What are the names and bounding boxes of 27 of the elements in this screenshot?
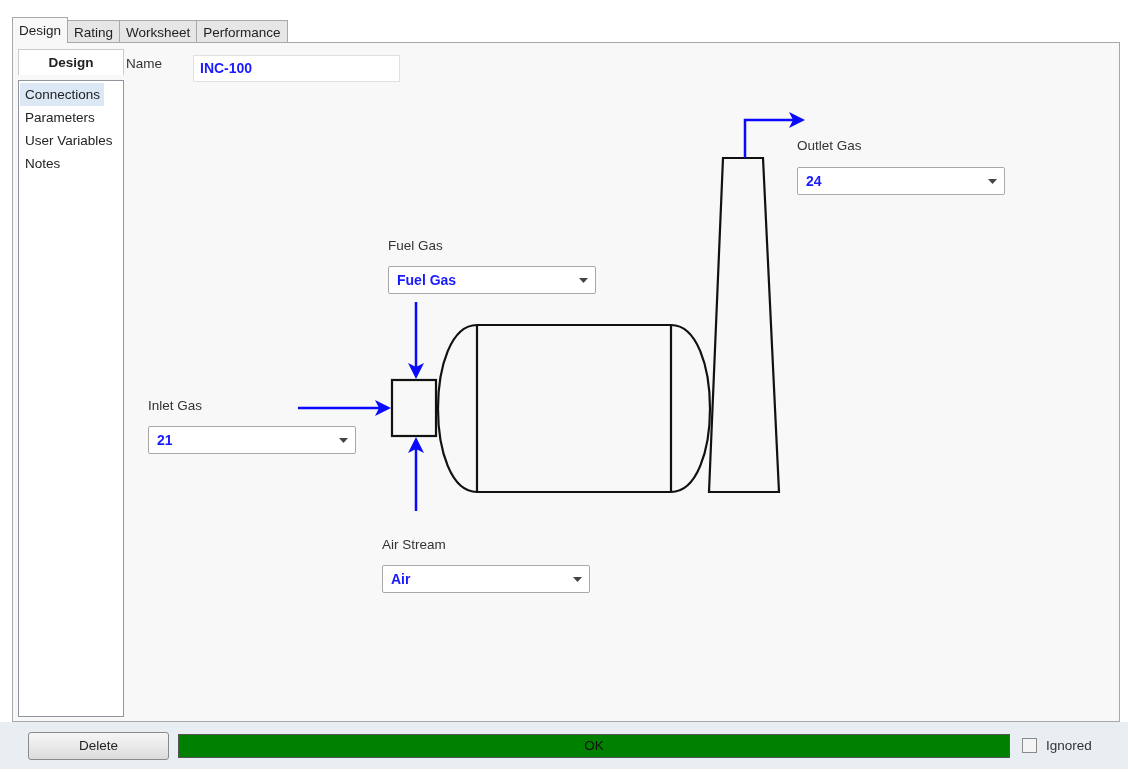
- ignored-checkbox[interactable]: [1022, 738, 1037, 753]
- caret-icon: [988, 179, 997, 184]
- stream-label: Outlet Gas: [797, 138, 862, 153]
- sidebar-item[interactable]: User Variables: [20, 129, 117, 152]
- stream-dropdown[interactable]: 21: [148, 426, 356, 454]
- stream-dropdown[interactable]: 24: [797, 167, 1005, 195]
- delete-button[interactable]: Delete: [28, 731, 169, 760]
- stream-label: Air Stream: [382, 537, 446, 552]
- tab[interactable]: Rating: [67, 20, 121, 43]
- stream-label: Inlet Gas: [148, 398, 203, 413]
- caret-icon: [573, 577, 582, 582]
- status-bar: OK: [178, 733, 1010, 758]
- tab[interactable]: Performance: [196, 20, 288, 43]
- tab[interactable]: Design: [12, 17, 69, 43]
- tab[interactable]: Worksheet: [119, 20, 198, 43]
- stream-dropdown[interactable]: Air: [382, 565, 590, 593]
- name-label: Name: [126, 56, 162, 71]
- name-field[interactable]: INC-100: [193, 55, 400, 82]
- stream-dropdown[interactable]: Fuel Gas: [388, 266, 596, 294]
- sidebar-item[interactable]: Parameters: [20, 106, 99, 129]
- stream-label: Fuel Gas: [388, 238, 443, 253]
- caret-icon: [339, 438, 348, 443]
- sidebar-item[interactable]: Connections: [20, 83, 105, 106]
- ignored-label: Ignored: [1046, 738, 1092, 753]
- caret-icon: [579, 278, 588, 283]
- sidebar-header: Design: [18, 49, 124, 75]
- sidebar-item[interactable]: Notes: [20, 152, 65, 175]
